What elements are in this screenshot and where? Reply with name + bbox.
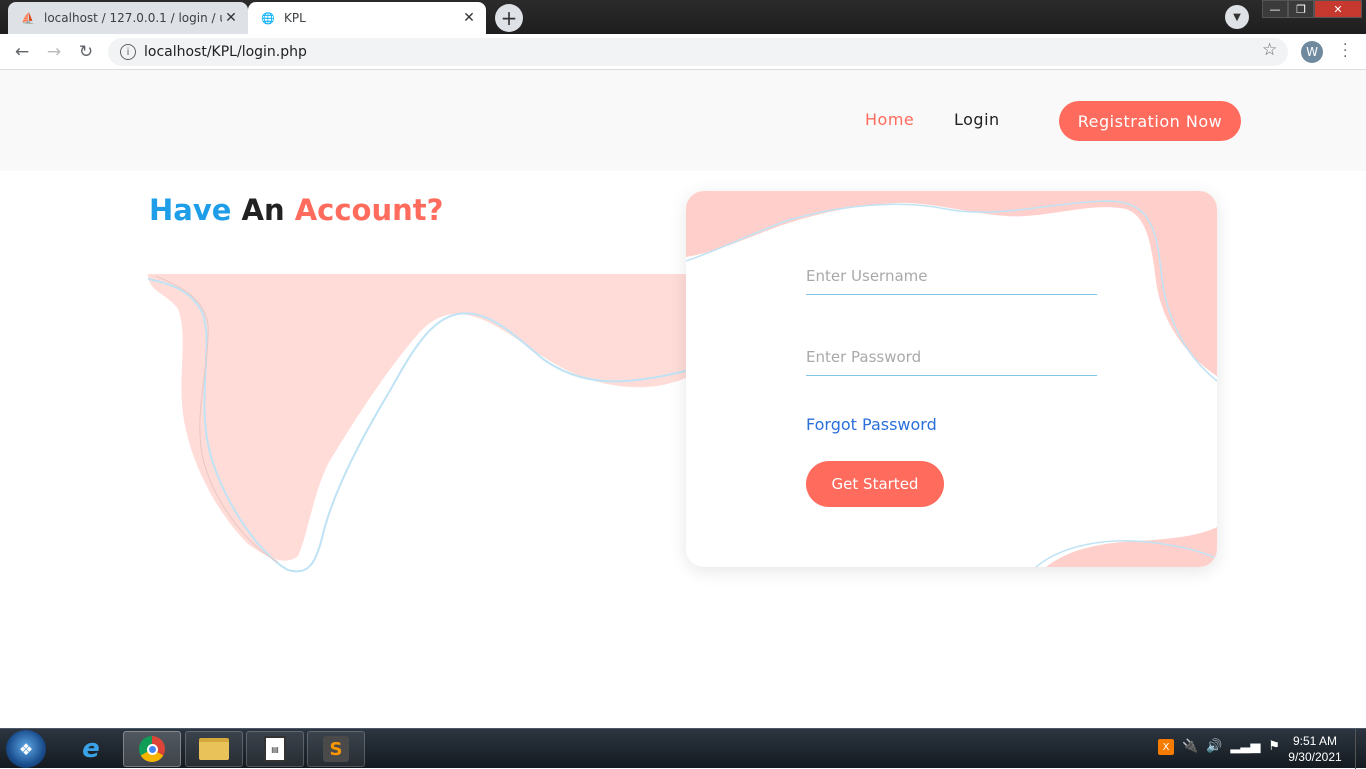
get-started-button[interactable]: Get Started	[806, 461, 944, 507]
card-decoration	[686, 191, 1217, 567]
clock-date: 9/30/2021	[1288, 750, 1342, 764]
close-icon[interactable]: ✕	[460, 9, 478, 27]
web-page: Home Login Registration Now Have An Acco…	[0, 70, 1366, 728]
reload-icon[interactable]: ↻	[74, 40, 98, 64]
login-card: Forgot Password Get Started	[686, 191, 1217, 567]
decorative-blob	[148, 274, 693, 573]
browser-tab-strip: ⛵ localhost / 127.0.0.1 / login / use ✕ …	[0, 0, 1366, 34]
password-input[interactable]	[806, 340, 1097, 374]
phpmyadmin-icon: ⛵	[21, 11, 35, 25]
new-tab-button[interactable]: +	[495, 4, 523, 32]
url-text: localhost/KPL/login.php	[144, 44, 307, 60]
username-input[interactable]	[806, 259, 1097, 293]
title-word-an: An	[241, 193, 285, 227]
info-icon[interactable]: i	[120, 44, 136, 60]
registration-button[interactable]: Registration Now	[1059, 101, 1241, 141]
close-icon[interactable]: ✕	[222, 9, 240, 27]
minimize-button[interactable]: —	[1262, 0, 1288, 18]
forward-arrow-icon[interactable]: →	[42, 40, 66, 64]
bookmark-star-icon[interactable]: ☆	[1262, 40, 1277, 60]
browser-toolbar: ← → ↻ i localhost/KPL/login.php ☆ W · · ·	[0, 34, 1366, 70]
globe-icon: 🌐	[261, 11, 275, 25]
tab-title: KPL	[284, 11, 306, 25]
tab-phpmyadmin[interactable]: ⛵ localhost / 127.0.0.1 / login / use ✕	[8, 2, 248, 34]
volume-icon[interactable]: 🔊	[1206, 739, 1222, 755]
site-navbar: Home Login Registration Now	[0, 70, 1366, 171]
title-word-have: Have	[149, 193, 232, 227]
menu-kebab-icon[interactable]: · · ·	[1343, 38, 1347, 64]
application-icon[interactable]: ▤	[246, 731, 304, 767]
maximize-button[interactable]: ❐	[1288, 0, 1314, 18]
sublime-text-icon[interactable]: S	[307, 731, 365, 767]
show-desktop-button[interactable]	[1355, 729, 1366, 769]
start-orb-icon[interactable]: ❖	[6, 730, 46, 768]
window-close-button[interactable]: ✕	[1314, 0, 1362, 18]
tab-title: localhost / 127.0.0.1 / login / use	[44, 11, 222, 25]
file-explorer-icon[interactable]	[185, 731, 243, 767]
profile-avatar[interactable]: W	[1301, 41, 1323, 63]
back-arrow-icon[interactable]: ←	[10, 40, 34, 64]
username-field[interactable]	[806, 259, 1097, 295]
internet-explorer-icon[interactable]: e	[62, 731, 120, 767]
address-bar[interactable]: i localhost/KPL/login.php	[108, 38, 1288, 66]
system-clock[interactable]: 9:51 AM 9/30/2021	[1280, 733, 1350, 765]
tab-search-icon[interactable]: ▼	[1225, 5, 1249, 29]
page-title: Have An Account?	[149, 193, 443, 227]
chrome-icon[interactable]	[123, 731, 181, 767]
title-word-account: Account?	[294, 193, 444, 227]
clock-time: 9:51 AM	[1292, 734, 1338, 748]
forgot-password-link[interactable]: Forgot Password	[806, 415, 937, 434]
windows-taskbar: ❖ e ▤ S X 🔌 🔊 ▂▃▅ ⚑ 9:51 AM 9/30/2021	[0, 728, 1366, 769]
nav-login-link[interactable]: Login	[954, 110, 1000, 129]
tab-kpl[interactable]: 🌐 KPL ✕	[248, 2, 486, 34]
xampp-tray-icon[interactable]: X	[1158, 739, 1174, 755]
power-icon[interactable]: 🔌	[1182, 739, 1198, 755]
system-tray: X 🔌 🔊 ▂▃▅ ⚑	[1158, 739, 1280, 755]
signal-icon[interactable]: ▂▃▅	[1230, 739, 1260, 755]
password-field[interactable]	[806, 340, 1097, 376]
action-center-icon[interactable]: ⚑	[1268, 739, 1280, 755]
nav-home-link[interactable]: Home	[865, 110, 914, 129]
